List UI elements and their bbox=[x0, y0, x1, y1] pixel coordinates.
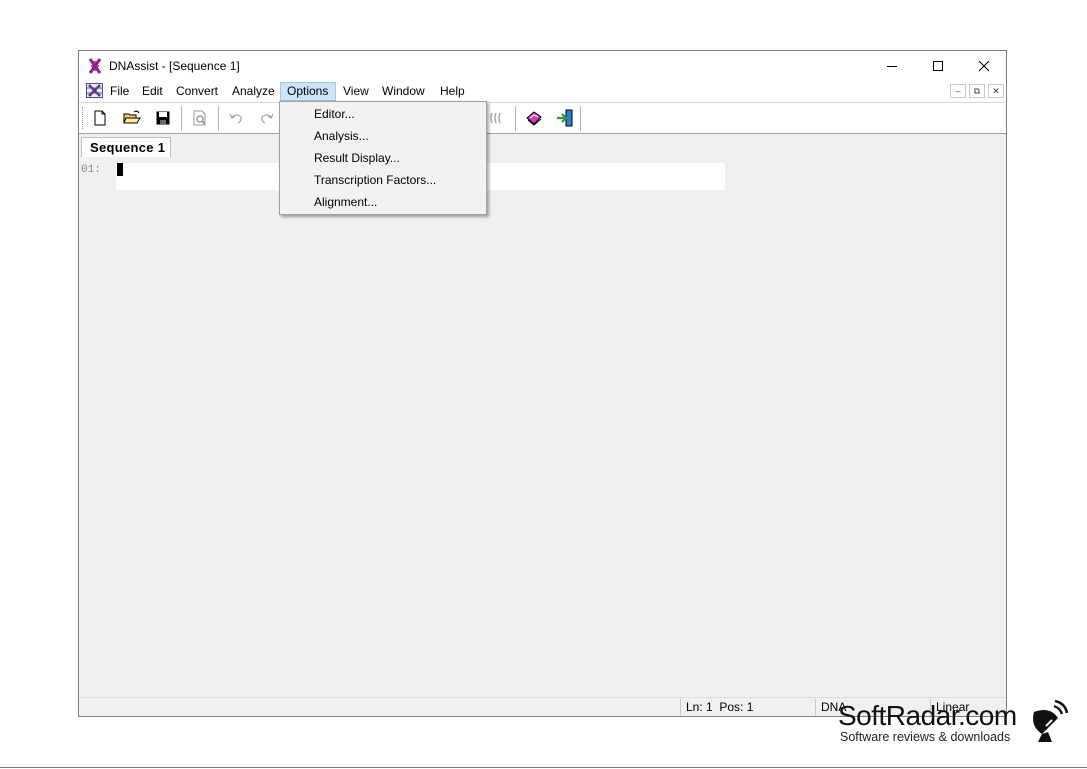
menu-item-analysis[interactable]: Analysis... bbox=[314, 125, 369, 147]
menu-options[interactable]: Options bbox=[280, 82, 336, 101]
print-preview-icon bbox=[193, 110, 206, 126]
options-dropdown-menu: Editor... Analysis... Result Display... … bbox=[279, 101, 487, 215]
status-cursor-position: Ln: 1 Pos: 1 bbox=[680, 699, 815, 716]
page-bottom-border bbox=[0, 767, 1087, 768]
toolbar-separator bbox=[181, 106, 183, 131]
watermark-tagline: Software reviews & downloads bbox=[840, 730, 1011, 744]
save-button[interactable] bbox=[152, 107, 174, 129]
mdi-minimize-button[interactable]: – bbox=[950, 84, 966, 98]
app-window: DNAssist - [Sequence 1] File Edit Conver… bbox=[78, 50, 1007, 717]
menu-edit[interactable]: Edit bbox=[136, 82, 169, 101]
line-number: 01: bbox=[81, 164, 101, 176]
mdi-close-button[interactable]: ✕ bbox=[988, 84, 1004, 98]
satellite-dish-icon bbox=[1033, 700, 1068, 742]
toolbar-separator bbox=[580, 106, 582, 131]
hidden-tool-icon bbox=[490, 112, 501, 124]
book-icon bbox=[526, 111, 542, 126]
exit-icon bbox=[557, 109, 573, 127]
toolbar-separator bbox=[218, 106, 220, 131]
save-icon bbox=[156, 111, 170, 125]
menu-help[interactable]: Help bbox=[434, 82, 471, 101]
toolbar bbox=[79, 102, 1006, 134]
softradar-watermark: SoftRadar.com Software reviews & downloa… bbox=[836, 700, 1076, 750]
new-button[interactable] bbox=[89, 107, 111, 129]
hidden-tool-button[interactable] bbox=[485, 107, 507, 129]
maximize-button[interactable] bbox=[915, 51, 961, 80]
menu-window[interactable]: Window bbox=[376, 82, 431, 101]
menu-convert[interactable]: Convert bbox=[170, 82, 224, 101]
new-file-icon bbox=[94, 110, 106, 126]
help-book-button[interactable] bbox=[523, 107, 545, 129]
menu-view[interactable]: View bbox=[337, 82, 375, 101]
title-bar[interactable]: DNAssist - [Sequence 1] bbox=[79, 51, 1006, 80]
mdi-close-icon: ✕ bbox=[992, 86, 1000, 96]
print-preview-button[interactable] bbox=[189, 107, 211, 129]
toolbar-grip[interactable] bbox=[82, 107, 85, 129]
document-system-menu-icon[interactable] bbox=[86, 83, 103, 98]
toolbar-separator bbox=[515, 106, 517, 131]
menu-item-result-display[interactable]: Result Display... bbox=[314, 147, 400, 169]
undo-icon bbox=[229, 113, 242, 124]
watermark-brand: SoftRadar.com bbox=[838, 700, 1017, 731]
close-icon bbox=[978, 60, 990, 71]
menu-item-editor[interactable]: Editor... bbox=[314, 103, 355, 125]
minimize-icon bbox=[887, 65, 897, 67]
mdi-restore-button[interactable]: ⧉ bbox=[969, 84, 985, 98]
mdi-restore-icon: ⧉ bbox=[973, 86, 981, 96]
menu-analyze[interactable]: Analyze bbox=[226, 82, 281, 101]
window-title: DNAssist - [Sequence 1] bbox=[109, 59, 240, 73]
mdi-minimize-icon: – bbox=[955, 86, 961, 96]
maximize-icon bbox=[933, 60, 943, 71]
minimize-button[interactable] bbox=[869, 51, 915, 80]
text-cursor bbox=[117, 163, 123, 176]
exit-button[interactable] bbox=[554, 107, 576, 129]
close-button[interactable] bbox=[961, 51, 1007, 80]
dnassist-app-icon bbox=[88, 58, 102, 74]
undo-button[interactable] bbox=[225, 107, 247, 129]
menu-file[interactable]: File bbox=[104, 82, 135, 101]
tab-sequence-1[interactable]: Sequence 1 bbox=[81, 137, 171, 157]
menu-item-transcription-factors[interactable]: Transcription Factors... bbox=[314, 169, 436, 191]
open-button[interactable] bbox=[121, 107, 143, 129]
redo-button[interactable] bbox=[256, 107, 278, 129]
open-folder-icon bbox=[123, 110, 141, 124]
menu-item-alignment[interactable]: Alignment... bbox=[314, 191, 377, 213]
redo-icon bbox=[261, 113, 274, 124]
menu-bar: File Edit Convert Analyze Options View W… bbox=[79, 80, 1006, 102]
